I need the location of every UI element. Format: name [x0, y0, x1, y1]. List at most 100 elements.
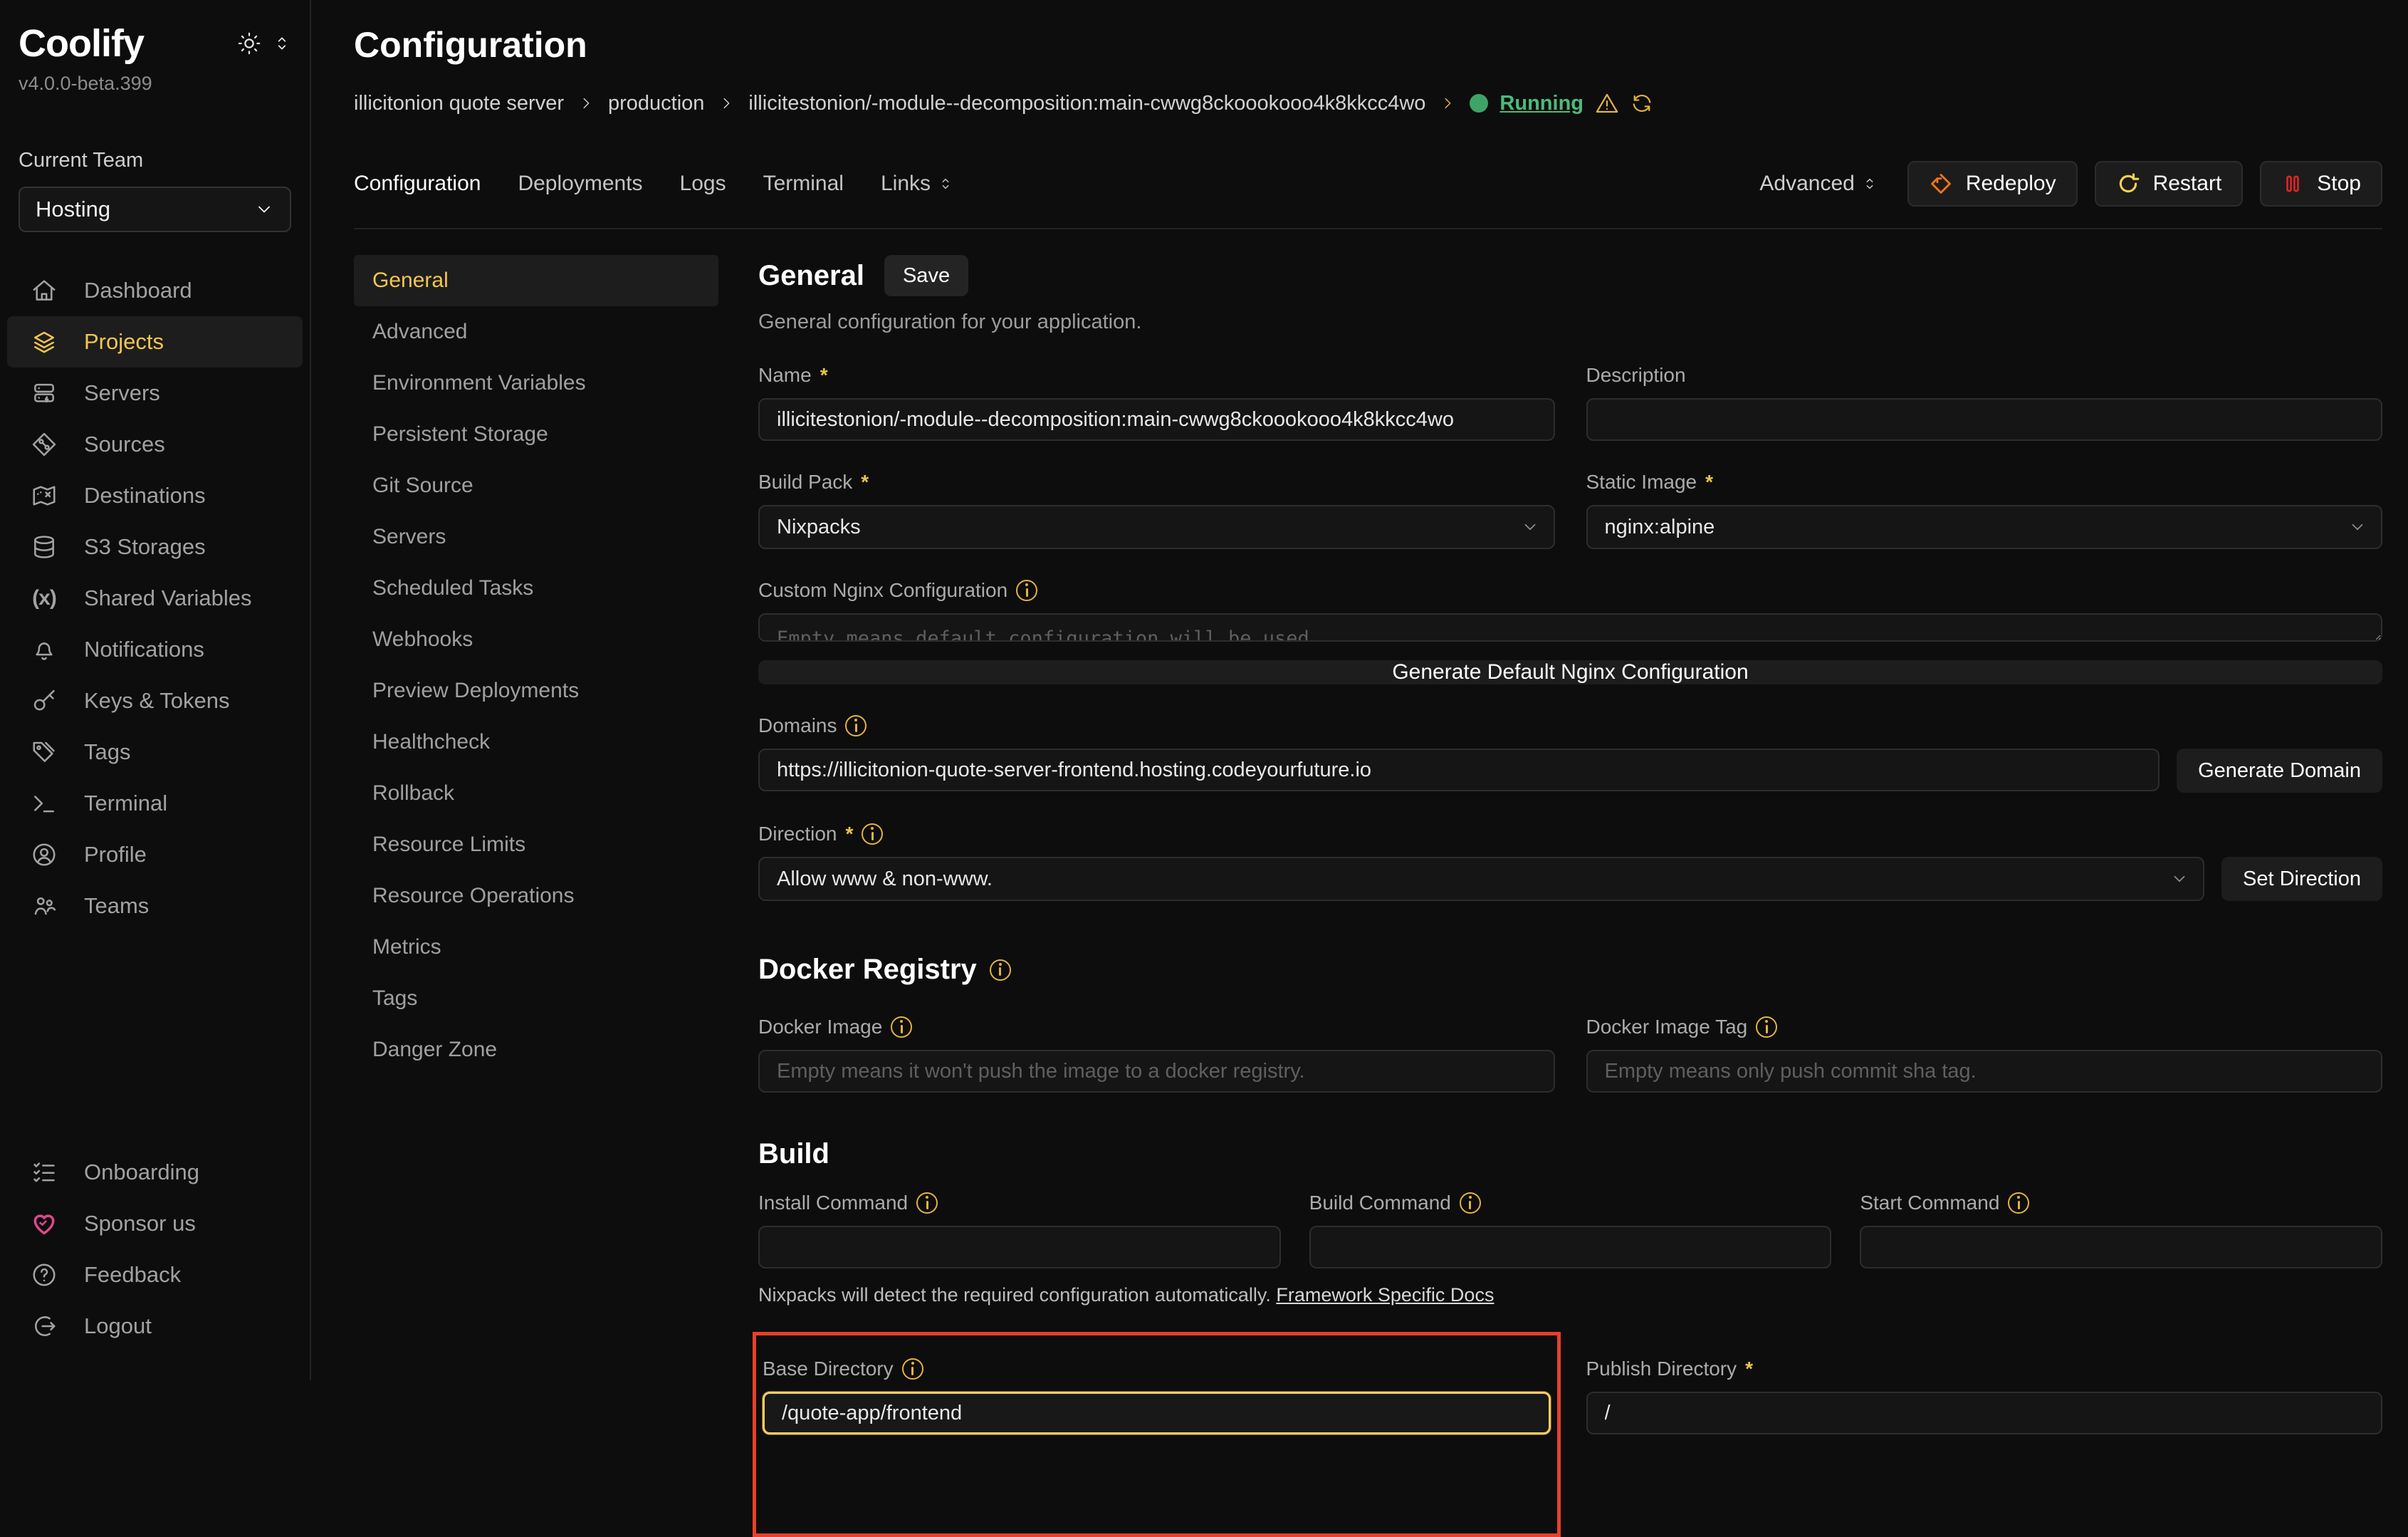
sidebar-item-feedback[interactable]: Feedback	[7, 1249, 303, 1301]
generate-nginx-button[interactable]: Generate Default Nginx Configuration	[758, 660, 2382, 684]
info-icon[interactable]	[862, 823, 883, 845]
refresh-icon[interactable]	[1630, 92, 1653, 115]
subnav-git-source[interactable]: Git Source	[354, 460, 718, 511]
chevron-right-icon	[1440, 95, 1455, 111]
sidebar-item-profile[interactable]: Profile	[7, 829, 303, 880]
sidebar-item-sponsor[interactable]: Sponsor us	[7, 1198, 303, 1249]
nixpacks-note: Nixpacks will detect the required config…	[758, 1284, 2382, 1306]
subnav-advanced[interactable]: Advanced	[354, 306, 718, 358]
tab-terminal[interactable]: Terminal	[763, 172, 844, 196]
info-icon[interactable]	[845, 715, 867, 736]
docker-image-input[interactable]	[758, 1050, 1555, 1093]
team-select[interactable]: Hosting	[19, 187, 291, 232]
save-button[interactable]: Save	[884, 255, 968, 296]
subnav-persistent-storage[interactable]: Persistent Storage	[354, 409, 718, 460]
build-command-input[interactable]	[1309, 1226, 1832, 1268]
breadcrumb-environment[interactable]: production	[608, 92, 704, 115]
info-icon[interactable]	[891, 1016, 912, 1038]
info-icon[interactable]	[2008, 1192, 2029, 1214]
breadcrumb: illicitonion quote server production ill…	[354, 91, 2382, 115]
domains-input[interactable]	[758, 749, 2160, 791]
sidebar-item-notifications[interactable]: Notifications	[7, 624, 303, 675]
current-team-label: Current Team	[19, 149, 291, 172]
theme-toggle-sun-icon[interactable]	[237, 31, 261, 56]
start-command-label: Start Command	[1860, 1192, 1999, 1214]
sidebar-item-servers[interactable]: Servers	[7, 368, 303, 419]
tab-logs[interactable]: Logs	[680, 172, 726, 196]
breadcrumb-application[interactable]: illicitestonion/-module--decomposition:m…	[748, 92, 1425, 115]
sidebar-item-projects[interactable]: Projects	[7, 316, 303, 368]
docker-image-tag-input[interactable]	[1586, 1050, 2383, 1093]
team-select-value: Hosting	[36, 197, 110, 222]
nginx-config-textarea[interactable]	[758, 613, 2382, 642]
subnav-scheduled-tasks[interactable]: Scheduled Tasks	[354, 563, 718, 614]
info-icon[interactable]	[1460, 1192, 1481, 1214]
sidebar-item-shared-variables[interactable]: (x) Shared Variables	[7, 573, 303, 624]
subnav-servers[interactable]: Servers	[354, 511, 718, 563]
info-icon[interactable]	[1016, 580, 1037, 601]
tab-configuration[interactable]: Configuration	[354, 172, 481, 196]
tab-links[interactable]: Links	[881, 172, 953, 196]
warning-icon[interactable]	[1595, 91, 1619, 115]
stop-button[interactable]: Stop	[2260, 161, 2382, 207]
tabbar-divider	[354, 228, 2382, 229]
stop-pause-icon	[2281, 172, 2304, 195]
status-running-link[interactable]: Running	[1499, 92, 1583, 115]
info-icon[interactable]	[916, 1192, 938, 1214]
subnav-rollback[interactable]: Rollback	[354, 768, 718, 819]
base-directory-input[interactable]	[763, 1392, 1551, 1434]
sidebar-item-destinations[interactable]: Destinations	[7, 470, 303, 521]
status-dot	[1470, 94, 1488, 113]
subnav-general[interactable]: General	[354, 255, 718, 306]
redeploy-button[interactable]: Redeploy	[1907, 161, 2078, 207]
tab-deployments[interactable]: Deployments	[518, 172, 642, 196]
redeploy-icon	[1929, 172, 1953, 196]
app-version: v4.0.0-beta.399	[19, 73, 291, 95]
subnav-webhooks[interactable]: Webhooks	[354, 614, 718, 665]
subnav-metrics[interactable]: Metrics	[354, 922, 718, 973]
advanced-dropdown[interactable]: Advanced	[1759, 172, 1877, 196]
chevron-right-icon	[718, 95, 734, 111]
subnav-danger-zone[interactable]: Danger Zone	[354, 1024, 718, 1075]
direction-select[interactable]: Allow www & non-www.	[758, 857, 2204, 901]
description-input[interactable]	[1586, 398, 2383, 441]
sidebar-item-onboarding[interactable]: Onboarding	[7, 1147, 303, 1198]
generate-domain-button[interactable]: Generate Domain	[2177, 749, 2382, 793]
install-command-input[interactable]	[758, 1226, 1281, 1268]
info-icon[interactable]	[990, 959, 1011, 981]
domains-label: Domains	[758, 714, 837, 737]
static-image-select[interactable]: nginx:alpine	[1586, 505, 2383, 549]
subnav-resource-limits[interactable]: Resource Limits	[354, 819, 718, 870]
set-direction-button[interactable]: Set Direction	[2221, 857, 2382, 901]
checklist-icon	[30, 1158, 58, 1187]
sidebar-item-logout[interactable]: Logout	[7, 1301, 303, 1352]
home-icon	[30, 276, 58, 305]
subnav-healthcheck[interactable]: Healthcheck	[354, 717, 718, 768]
info-icon[interactable]	[902, 1358, 923, 1380]
page-title: Configuration	[354, 24, 2382, 66]
start-command-input[interactable]	[1860, 1226, 2382, 1268]
info-icon[interactable]	[1756, 1016, 1777, 1038]
sidebar-item-s3-storages[interactable]: S3 Storages	[7, 521, 303, 573]
database-icon	[30, 533, 58, 561]
sidebar-item-sources[interactable]: Sources	[7, 419, 303, 470]
sidebar-item-terminal[interactable]: Terminal	[7, 778, 303, 829]
restart-icon	[2116, 172, 2140, 196]
subnav-environment-variables[interactable]: Environment Variables	[354, 358, 718, 409]
sidebar-item-keys-tokens[interactable]: Keys & Tokens	[7, 675, 303, 726]
breadcrumb-project[interactable]: illicitonion quote server	[354, 92, 564, 115]
heart-icon	[30, 1209, 58, 1238]
sidebar-item-teams[interactable]: Teams	[7, 880, 303, 932]
publish-directory-input[interactable]	[1586, 1392, 2383, 1434]
subnav-resource-operations[interactable]: Resource Operations	[354, 870, 718, 922]
subnav-tags[interactable]: Tags	[354, 973, 718, 1024]
sidebar-item-tags[interactable]: Tags	[7, 726, 303, 778]
name-label: Name	[758, 364, 812, 387]
build-pack-select[interactable]: Nixpacks	[758, 505, 1555, 549]
subnav-preview-deployments[interactable]: Preview Deployments	[354, 665, 718, 717]
sidebar-item-dashboard[interactable]: Dashboard	[7, 265, 303, 316]
name-input[interactable]	[758, 398, 1555, 441]
instance-switcher-icon[interactable]	[273, 34, 291, 53]
restart-button[interactable]: Restart	[2095, 161, 2244, 207]
framework-docs-link[interactable]: Framework Specific Docs	[1276, 1284, 1494, 1306]
